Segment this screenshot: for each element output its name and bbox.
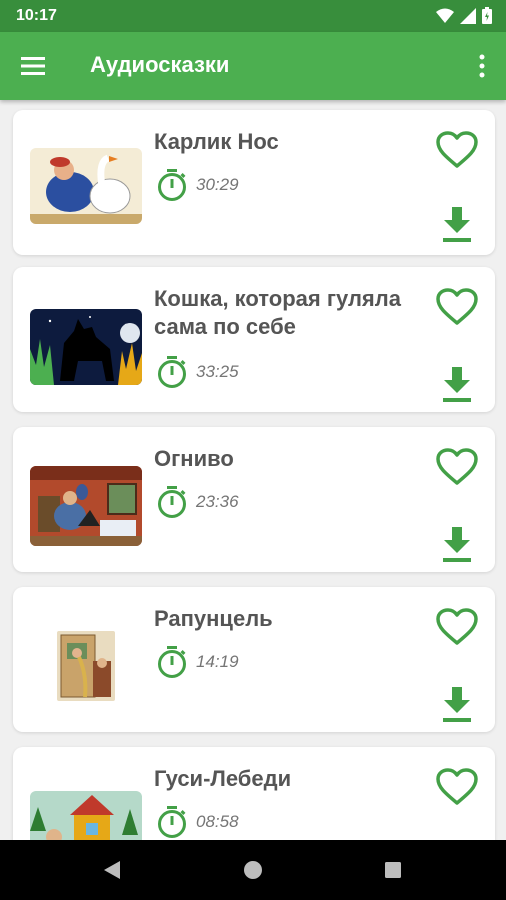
favorite-button[interactable] xyxy=(435,607,479,647)
home-button[interactable] xyxy=(241,858,265,882)
story-duration: 30:29 xyxy=(156,168,239,202)
heart-outline-icon xyxy=(436,448,478,485)
heart-outline-icon xyxy=(436,288,478,325)
tinderbox-room-illustration xyxy=(30,466,142,546)
stopwatch-icon xyxy=(158,806,186,838)
download-button[interactable] xyxy=(441,685,473,723)
stopwatch-icon xyxy=(158,169,186,201)
favorite-button[interactable] xyxy=(435,287,479,327)
stopwatch-icon xyxy=(158,646,186,678)
story-duration: 08:58 xyxy=(156,805,239,839)
status-time: 10:17 xyxy=(16,7,57,24)
story-duration: 33:25 xyxy=(156,355,239,389)
heart-outline-icon xyxy=(436,131,478,168)
download-icon xyxy=(443,527,471,562)
battery-icon xyxy=(482,7,492,24)
duration-text: 30:29 xyxy=(196,175,239,194)
black-cat-night-illustration xyxy=(30,309,142,385)
download-icon xyxy=(443,367,471,402)
story-thumbnail xyxy=(30,791,142,840)
story-title: Кошка, которая гуляла сама по себе xyxy=(154,286,401,339)
system-nav-bar xyxy=(0,840,506,900)
story-card[interactable]: Кошка, которая гуляла сама по себе 33:25 xyxy=(13,267,495,412)
recents-square-icon xyxy=(385,862,401,878)
overflow-menu-button[interactable] xyxy=(474,52,490,80)
story-duration: 14:19 xyxy=(156,645,239,679)
duration-text: 08:58 xyxy=(196,812,239,831)
wifi-icon xyxy=(436,8,454,23)
heart-outline-icon xyxy=(436,768,478,805)
back-triangle-icon xyxy=(104,861,120,879)
geese-swans-house-illustration xyxy=(30,791,142,840)
download-icon xyxy=(443,687,471,722)
story-list[interactable]: Карлик Нос 30:29 Кошка, которая гуляла с… xyxy=(0,100,506,840)
duration-text: 14:19 xyxy=(196,652,239,671)
menu-button[interactable] xyxy=(20,52,50,80)
story-duration: 23:36 xyxy=(156,485,239,519)
app-bar: Аудиосказки xyxy=(0,32,506,100)
more-vertical-icon xyxy=(479,54,485,78)
story-thumbnail xyxy=(30,309,142,385)
story-card[interactable]: Карлик Нос 30:29 xyxy=(13,110,495,255)
hamburger-menu-icon xyxy=(21,57,45,75)
dwarf-goose-illustration xyxy=(30,148,142,224)
app-title: Аудиосказки xyxy=(90,52,230,77)
download-button[interactable] xyxy=(441,365,473,403)
favorite-button[interactable] xyxy=(435,130,479,170)
duration-text: 23:36 xyxy=(196,492,239,511)
story-card[interactable]: Гуси-Лебеди 08:58 xyxy=(13,747,495,840)
stopwatch-icon xyxy=(158,486,186,518)
story-thumbnail xyxy=(30,466,142,546)
story-card[interactable]: Рапунцель 14:19 xyxy=(13,587,495,732)
stopwatch-icon xyxy=(158,356,186,388)
favorite-button[interactable] xyxy=(435,767,479,807)
recents-button[interactable] xyxy=(381,858,405,882)
status-bar: 10:17 xyxy=(0,0,506,32)
story-thumbnail xyxy=(30,148,142,224)
story-card[interactable]: Огниво 23:36 xyxy=(13,427,495,572)
rapunzel-tower-illustration xyxy=(57,631,115,701)
download-button[interactable] xyxy=(441,525,473,563)
story-thumbnail xyxy=(57,631,115,701)
story-title: Гуси-Лебеди xyxy=(154,766,292,791)
heart-outline-icon xyxy=(436,608,478,645)
back-button[interactable] xyxy=(100,858,124,882)
download-icon xyxy=(443,207,471,242)
story-title: Огниво xyxy=(154,446,234,471)
duration-text: 33:25 xyxy=(196,362,239,381)
status-icons xyxy=(436,7,492,24)
story-title: Карлик Нос xyxy=(154,129,279,154)
download-button[interactable] xyxy=(441,205,473,243)
story-title: Рапунцель xyxy=(154,606,273,631)
home-circle-icon xyxy=(244,861,262,879)
signal-icon xyxy=(460,7,476,24)
favorite-button[interactable] xyxy=(435,447,479,487)
